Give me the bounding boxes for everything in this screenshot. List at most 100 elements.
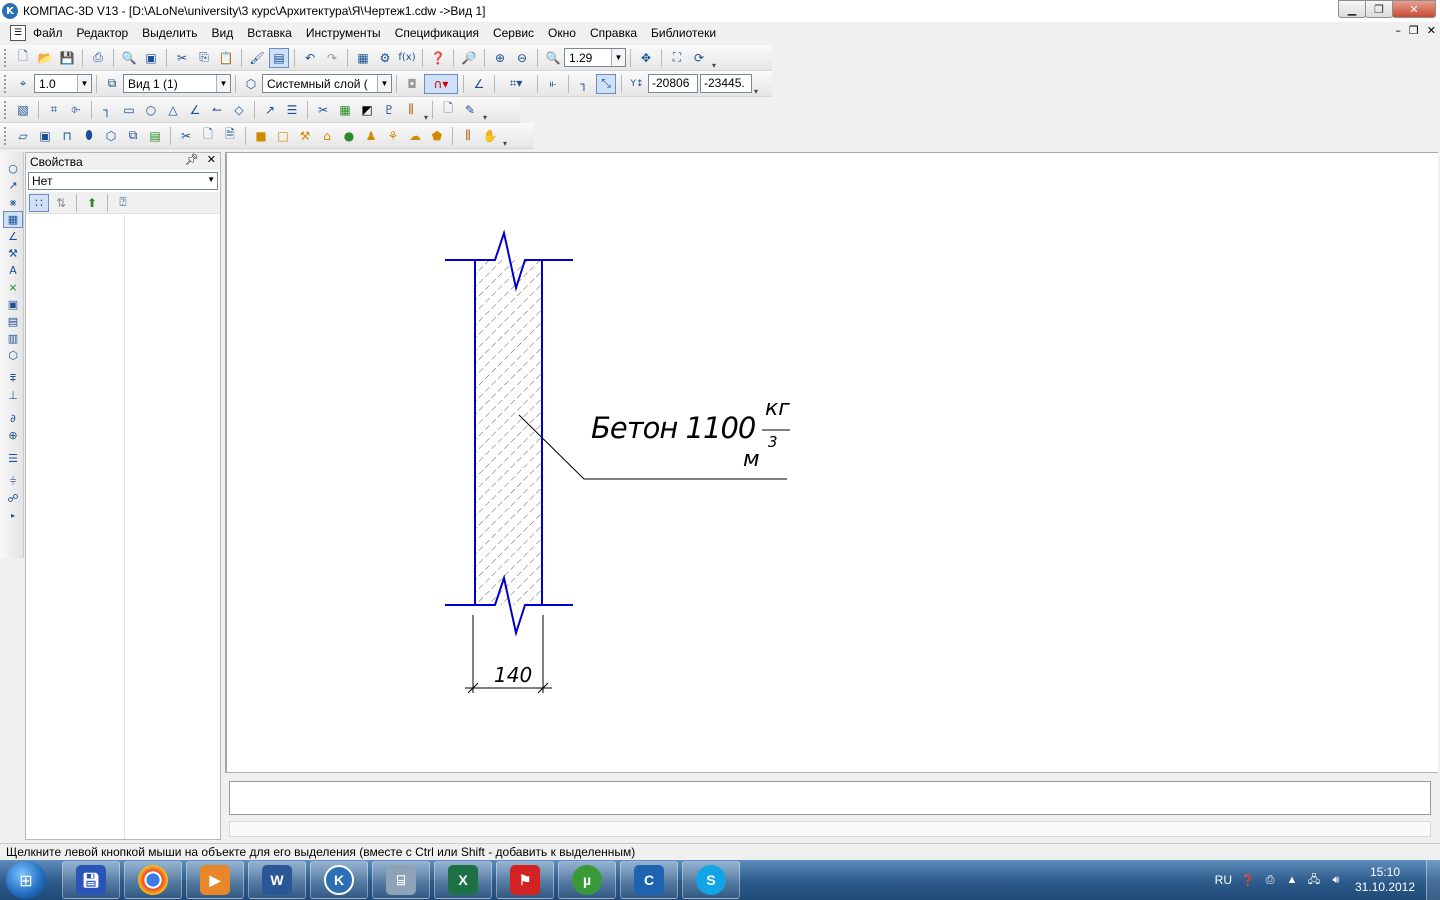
fill-icon[interactable]: ◩ (357, 100, 377, 120)
edit-panel-icon[interactable]: ↗ (3, 177, 23, 194)
function-icon[interactable]: f(x) (397, 48, 417, 68)
dimension-value-label[interactable]: 140 (494, 663, 532, 687)
taskbar-archive-app[interactable]: ⚑ (496, 861, 554, 899)
minimize-button[interactable]: ▁ (1338, 0, 1366, 18)
measure-panel-icon[interactable]: ∠ (3, 228, 23, 245)
window-icon[interactable]: ⬡ (101, 126, 121, 146)
redo-icon[interactable]: ↷ (322, 48, 342, 68)
leader-line-icon[interactable]: ☍ (3, 490, 23, 507)
geometry-panel-icon[interactable]: ○ (3, 160, 23, 177)
manager-icon[interactable]: ▣ (141, 48, 161, 68)
shapes-icon[interactable]: ○ (141, 100, 161, 120)
local-cs-icon[interactable]: ⫦ (543, 74, 563, 94)
windows-start-icon[interactable]: ⊞ (6, 861, 46, 899)
context-help-icon[interactable]: ❓ (428, 48, 448, 68)
show-all-icon[interactable]: ⛶ (667, 48, 687, 68)
layer-color-icon[interactable]: ◘ (402, 74, 422, 94)
grid-snap-icon[interactable]: ⌗ (44, 100, 64, 120)
slab-icon[interactable]: □ (273, 126, 293, 146)
taskbar-ccleaner-app[interactable]: C (620, 861, 678, 899)
unit-denominator-label[interactable]: м (743, 447, 760, 472)
toolbar-overflow-icon[interactable]: ▾ (754, 87, 758, 96)
taskbar-clock[interactable]: 15:10 31.10.2012 (1350, 865, 1420, 895)
cloud-icon[interactable]: ☁ (405, 126, 425, 146)
hand-icon[interactable]: ✋ (480, 126, 500, 146)
zoom-in-icon[interactable]: ⊕ (490, 48, 510, 68)
break-line-icon[interactable]: ⫩ (3, 473, 23, 490)
reports-panel-icon[interactable]: ⬡ (3, 347, 23, 364)
toolbar-grip[interactable] (4, 100, 8, 119)
volume-tray-icon[interactable]: 🔊︎ (1328, 872, 1344, 888)
local-snap-icon[interactable]: ∠ (469, 74, 489, 94)
door-icon[interactable]: ⬮ (79, 126, 99, 146)
menu-help[interactable]: Справка (583, 22, 644, 44)
spec-doc-icon[interactable]: 🗋 (198, 126, 218, 146)
document-icon[interactable]: 🗋 (438, 100, 458, 120)
menu-specification[interactable]: Спецификация (388, 22, 486, 44)
grid-icon[interactable]: ⌗▾ (500, 74, 532, 94)
concrete-hatch[interactable] (475, 260, 542, 605)
close-button[interactable]: ✕ (1392, 0, 1436, 18)
chevron-down-icon[interactable]: ▼ (216, 75, 230, 92)
taskbar-calculator-app[interactable]: ⌸ (372, 861, 430, 899)
library-manager-icon[interactable]: ▦ (353, 48, 373, 68)
taskbar-media-app[interactable]: ▶ (186, 861, 244, 899)
rhombus-icon[interactable]: ◇ (229, 100, 249, 120)
taskbar-chrome-app[interactable] (124, 861, 182, 899)
view-state-icon[interactable]: ⧉ (102, 74, 122, 94)
kompas-app-icon[interactable]: K (2, 3, 18, 19)
unit-exponent-label[interactable]: 3 (768, 433, 778, 451)
toolbar-grip[interactable] (4, 74, 8, 93)
zoom-window-icon[interactable]: 🔎 (459, 48, 479, 68)
panel-overflow-icon[interactable]: ▸ (3, 507, 23, 524)
toolbar-overflow-icon[interactable]: ▾ (712, 61, 716, 70)
stamp-icon[interactable]: ♇ (379, 100, 399, 120)
ortho-mode-icon[interactable]: ┐ (574, 74, 594, 94)
wall-icon[interactable]: ▱ (13, 126, 33, 146)
menu-file[interactable]: Файл (26, 22, 70, 44)
stairs-icon[interactable]: ▤ (145, 126, 165, 146)
associative-views-panel-icon[interactable]: ▤ (3, 313, 23, 330)
menu-service[interactable]: Сервис (486, 22, 541, 44)
room-icon[interactable]: ⧉ (123, 126, 143, 146)
variables-icon[interactable]: ⚙ (375, 48, 395, 68)
maximize-button[interactable]: ❐ (1365, 0, 1393, 18)
hatch-panel-icon[interactable]: ▦ (3, 211, 23, 228)
menu-view[interactable]: Вид (205, 22, 241, 44)
properties-toggle-icon[interactable]: ▤ (269, 47, 289, 68)
pin-icon[interactable]: 📌︎ (185, 153, 199, 166)
help-icon[interactable]: ⍰ (113, 194, 133, 212)
parametrization-panel-icon[interactable]: ⨯ (3, 279, 23, 296)
doc-close-icon[interactable]: ✕ (1427, 24, 1436, 37)
material-label[interactable]: Бетон 1100 (591, 411, 756, 445)
toolbar-overflow-icon[interactable]: ▾ (503, 139, 507, 148)
coord-y-field[interactable]: -23445. (700, 74, 752, 93)
fence-icon[interactable]: ⫼ (401, 100, 421, 120)
refresh-properties-icon[interactable]: ⬆ (82, 194, 102, 212)
tools-icon[interactable]: ⚒ (295, 126, 315, 146)
copy-properties-icon[interactable]: 🖌 (247, 48, 267, 68)
menu-window[interactable]: Окно (541, 22, 583, 44)
paste-icon[interactable]: 📋 (216, 48, 236, 68)
opening-icon[interactable]: ⊓ (57, 126, 77, 146)
layers-icon[interactable]: ☰ (282, 100, 302, 120)
chart-icon[interactable]: ↗ (260, 100, 280, 120)
zoom-out-icon[interactable]: ⊖ (512, 48, 532, 68)
node-mark-icon[interactable]: ∂ (3, 410, 23, 427)
show-hidden-icons-icon[interactable]: ▲ (1284, 872, 1300, 888)
level-mark-icon[interactable]: ⊥ (3, 387, 23, 404)
document-menu-icon[interactable]: ☰ (10, 25, 26, 41)
report-icon[interactable]: 🗎 (220, 126, 240, 146)
selection-panel-icon[interactable]: ▣ (3, 296, 23, 313)
menu-tools[interactable]: Инструменты (299, 22, 388, 44)
pan-icon[interactable]: ✥ (636, 48, 656, 68)
edit-document-icon[interactable]: ✎ (460, 100, 480, 120)
tag-icon[interactable]: ⬟ (427, 126, 447, 146)
taskbar-utorrent-app[interactable]: µ (558, 861, 616, 899)
toolbar-grip[interactable] (4, 126, 8, 145)
layer-state-icon[interactable]: ⬡ (241, 74, 261, 94)
coord-x-field[interactable]: -20806 (648, 74, 698, 93)
dimension-grid-icon[interactable]: ⌱ (66, 100, 86, 120)
sort-alpha-icon[interactable]: ⇅ (51, 194, 71, 212)
open-folder-icon[interactable]: 📂 (35, 48, 55, 68)
